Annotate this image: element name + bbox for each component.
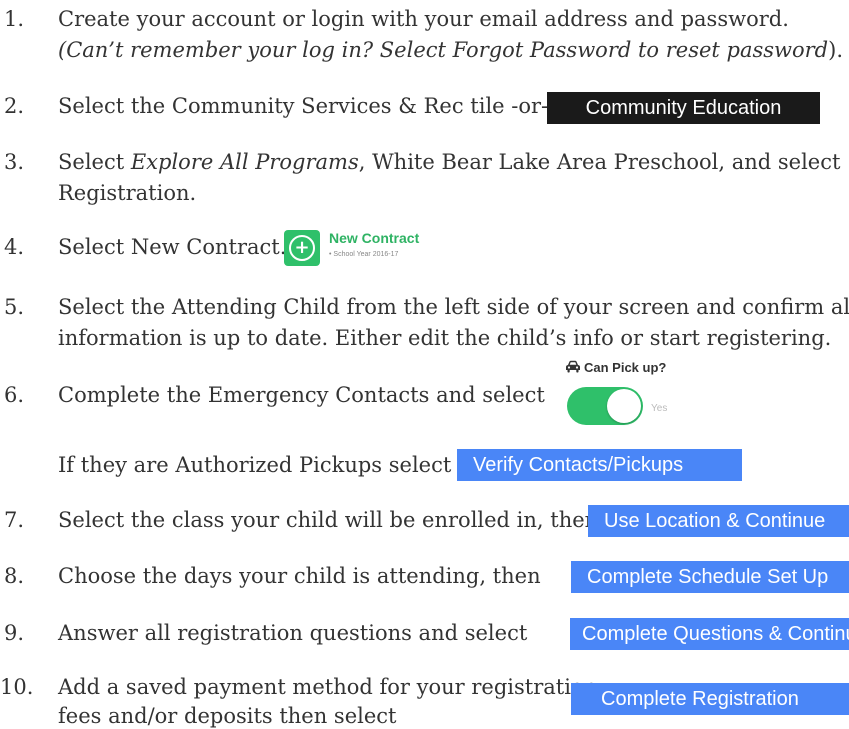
can-pick-up-toggle[interactable] (567, 387, 643, 425)
step-text-line1: Select the Attending Child from the left… (58, 295, 849, 319)
step-number: 8. (4, 564, 25, 588)
new-contract-plus-icon[interactable]: + (284, 230, 320, 266)
step-number: 4. (4, 235, 25, 259)
verify-contacts-pickups-button[interactable]: Verify Contacts/Pickups (457, 449, 742, 481)
step-text: Select New Contract. (58, 235, 287, 259)
step-number: 1. (4, 7, 25, 31)
step-text: Answer all registration questions and se… (58, 621, 528, 645)
step-text-line2: information is up to date. Either edit t… (58, 326, 832, 350)
community-education-button[interactable]: Community Education (547, 92, 820, 124)
step-hint-tail: ). (828, 38, 844, 62)
step-text-post: , White Bear Lake Area Preschool, and se… (358, 150, 841, 174)
step-text-line2: Registration. (58, 181, 197, 205)
step-number: 9. (4, 621, 25, 645)
step-hint: (Can’t remember your log in? Select Forg… (58, 38, 829, 62)
toggle-knob (607, 389, 641, 423)
new-contract-subtitle: • School Year 2016-17 (329, 251, 399, 258)
step-number: 3. (4, 150, 25, 174)
step-text: Complete the Emergency Contacts and sele… (58, 383, 545, 407)
step-text: If they are Authorized Pickups select (58, 453, 452, 477)
complete-schedule-setup-button[interactable]: Complete Schedule Set Up (571, 561, 849, 593)
step-text: Select the Community Services & Rec tile… (58, 94, 549, 118)
complete-questions-continue-button[interactable]: Complete Questions & Continue (570, 618, 849, 650)
step-text-italic: Explore All Programs (130, 150, 359, 174)
step-number: 5. (4, 295, 25, 319)
step-text-line2: fees and/or deposits then select (58, 704, 397, 728)
step-text-pre: Select (58, 150, 131, 174)
new-contract-title[interactable]: New Contract (329, 230, 419, 246)
step-number: 2. (4, 94, 25, 118)
step-text: Choose the days your child is attending,… (58, 564, 541, 588)
car-icon (565, 360, 581, 377)
step-number: 6. (4, 383, 25, 407)
toggle-state-label: Yes (651, 403, 668, 414)
step-number: 7. (4, 508, 25, 532)
step-text: Create your account or login with your e… (58, 7, 789, 31)
step-number: 10. (0, 675, 34, 699)
complete-registration-button[interactable]: Complete Registration (571, 683, 849, 715)
can-pick-up-label: Can Pick up? (584, 360, 667, 375)
use-location-continue-button[interactable]: Use Location & Continue (588, 505, 849, 537)
step-text-line1: Add a saved payment method for your regi… (58, 675, 598, 699)
step-text: Select the class your child will be enro… (58, 508, 599, 532)
